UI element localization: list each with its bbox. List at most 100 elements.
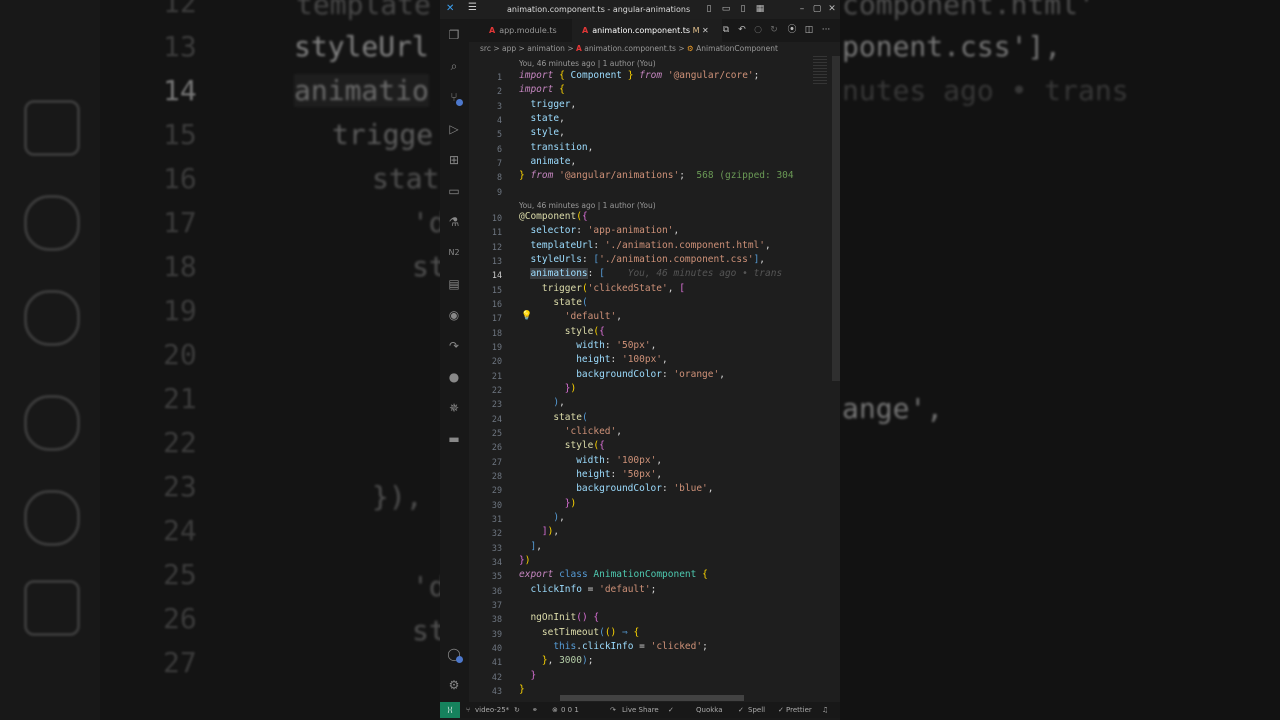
maximize-icon[interactable]: ▢ xyxy=(810,2,824,16)
code-line: @Component({ xyxy=(519,211,588,222)
problems-count[interactable]: 0 0 1 xyxy=(561,702,579,718)
breadcrumb-item[interactable]: animation xyxy=(527,44,565,53)
code-line: ), xyxy=(553,512,565,523)
breadcrumb-separator: > xyxy=(518,44,525,53)
line-number: 34 xyxy=(491,557,502,567)
git-graph-status-icon[interactable]: ⚭ xyxy=(532,702,538,718)
bg-line-number: 13 xyxy=(163,30,197,63)
live-share-icon[interactable]: ↷ xyxy=(446,338,462,354)
tab-animation-component[interactable]: Aanimation.component.ts M ✕ xyxy=(572,19,722,42)
bg-line-number: 20 xyxy=(163,338,197,371)
docker-icon[interactable]: ▬ xyxy=(446,431,462,447)
horizontal-scrollbar[interactable] xyxy=(560,695,744,701)
search-icon[interactable]: ⌕ xyxy=(446,58,462,74)
toggle-panel-icon[interactable]: ▭ xyxy=(719,2,733,16)
quokka-button[interactable]: Quokka xyxy=(696,702,723,718)
spell-button[interactable]: Spell xyxy=(748,702,765,718)
next-change-icon[interactable]: ↻ xyxy=(767,23,781,37)
remote-explorer-icon[interactable]: ▭ xyxy=(446,183,462,199)
window-title: animation.component.ts - angular-animati… xyxy=(507,5,692,14)
bg-line-number: 17 xyxy=(163,206,197,239)
line-number: 37 xyxy=(491,600,502,610)
code-line: setTimeout(() ⇒ { xyxy=(541,627,640,638)
sync-icon[interactable]: ↻ xyxy=(514,702,520,718)
code-line-active: animations: [ You, 46 minutes ago • tran… xyxy=(530,268,783,279)
bg-github-icon xyxy=(24,395,80,451)
source-control-badge xyxy=(456,99,463,106)
vscode-window: ✕ ☰ animation.component.ts - angular-ani… xyxy=(440,0,840,718)
activity-bar: ❐ ⌕ ⑂ ▷ ⊞ ▭ ⚗ N2 ▤ ◉ ↷ ● ✵ ▬ ◯ ⚙ xyxy=(440,19,469,702)
bg-line-number: 26 xyxy=(163,602,197,635)
code-line: trigger('clickedState', [ xyxy=(541,283,685,294)
line-number: 10 xyxy=(491,213,502,223)
code-line: transition, xyxy=(530,142,594,153)
extensions-icon[interactable]: ⊞ xyxy=(446,152,462,168)
github-icon[interactable]: ● xyxy=(446,369,462,385)
class-symbol-icon: ⚙ xyxy=(687,44,694,53)
breadcrumb-item[interactable]: app xyxy=(502,44,516,53)
minimap[interactable] xyxy=(813,56,827,86)
code-editor[interactable]: You, 46 minutes ago | 1 author (You) You… xyxy=(469,56,840,696)
close-window-icon[interactable]: ✕ xyxy=(825,2,839,16)
code-line: } from '@angular/animations'; 568 (gzipp… xyxy=(519,170,794,181)
toggle-sidebar-icon[interactable]: ▯ xyxy=(702,2,716,16)
line-number: 39 xyxy=(491,629,502,639)
revert-icon[interactable]: ↶ xyxy=(735,23,749,37)
testing-icon[interactable]: ⚗ xyxy=(446,214,462,230)
codelens-blame[interactable]: You, 46 minutes ago | 1 author (You) xyxy=(519,59,656,68)
notes-icon[interactable]: ▤ xyxy=(446,276,462,292)
line-number: 19 xyxy=(491,342,502,352)
line-number: 5 xyxy=(496,129,502,139)
toggle-secondary-sidebar-icon[interactable]: ▯ xyxy=(736,2,750,16)
line-number: 33 xyxy=(491,543,502,553)
prettier-button[interactable]: Prettier xyxy=(786,702,812,718)
line-number: 1 xyxy=(496,72,502,82)
line-number: 28 xyxy=(491,471,502,481)
line-number: 6 xyxy=(496,144,502,154)
breadcrumb-item[interactable]: animation.component.ts xyxy=(584,44,676,53)
code-line: templateUrl: './animation.component.html… xyxy=(530,240,771,251)
code-line: import { Component } from '@angular/core… xyxy=(519,70,760,81)
breadcrumb-item[interactable]: AnimationComponent xyxy=(696,44,778,53)
run-debug-icon[interactable]: ▷ xyxy=(446,121,462,137)
line-number: 16 xyxy=(491,299,502,309)
bg-line-number: 16 xyxy=(163,162,197,195)
git-blame-hint: You, 46 minutes ago • trans xyxy=(627,268,783,279)
kubernetes-icon[interactable]: ✵ xyxy=(446,400,462,416)
vertical-scrollbar[interactable] xyxy=(832,56,840,381)
git-graph-icon[interactable]: ◉ xyxy=(446,307,462,323)
open-preview-icon[interactable]: ⦿ xyxy=(785,23,799,37)
codelens-blame[interactable]: You, 46 minutes ago | 1 author (You) xyxy=(519,201,656,210)
bg-code-text: ange', xyxy=(842,392,944,425)
previous-change-icon[interactable]: ○ xyxy=(751,23,765,37)
code-line: height: '50px', xyxy=(576,469,663,480)
title-bar: ✕ ☰ animation.component.ts - angular-ani… xyxy=(440,0,840,19)
angular-icon[interactable]: N2 xyxy=(446,245,462,261)
compare-icon[interactable]: ⧉ xyxy=(719,23,733,37)
line-number: 12 xyxy=(491,242,502,252)
check-icon[interactable]: ✓ xyxy=(668,702,674,718)
remote-indicator-icon[interactable]: ⟩⟨ xyxy=(440,702,460,718)
split-editor-icon[interactable]: ◫ xyxy=(802,23,816,37)
problems-icon[interactable]: ⊗ xyxy=(552,702,558,718)
settings-icon[interactable]: ⚙ xyxy=(446,677,462,693)
menu-icon[interactable]: ☰ xyxy=(468,2,477,13)
bg-line-number: 12 xyxy=(163,0,197,19)
account-badge xyxy=(456,656,463,663)
close-tab-icon[interactable]: ✕ xyxy=(702,19,709,42)
notifications-icon[interactable]: ♫ xyxy=(822,702,828,718)
minimize-icon[interactable]: – xyxy=(795,2,809,16)
live-share-button[interactable]: Live Share xyxy=(622,702,659,718)
bg-line-number: 22 xyxy=(163,426,197,459)
more-actions-icon[interactable]: ··· xyxy=(819,23,833,37)
bg-line-number: 15 xyxy=(163,118,197,151)
code-line: ), xyxy=(553,397,565,408)
tab-app-module[interactable]: Aapp.module.ts xyxy=(489,19,557,42)
line-number: 31 xyxy=(491,514,502,524)
line-number: 21 xyxy=(491,371,502,381)
customize-layout-icon[interactable]: ▦ xyxy=(753,2,767,16)
explorer-icon[interactable]: ❐ xyxy=(446,27,462,43)
branch-name[interactable]: video-25* xyxy=(475,702,509,718)
breadcrumb-item[interactable]: src xyxy=(480,44,491,53)
